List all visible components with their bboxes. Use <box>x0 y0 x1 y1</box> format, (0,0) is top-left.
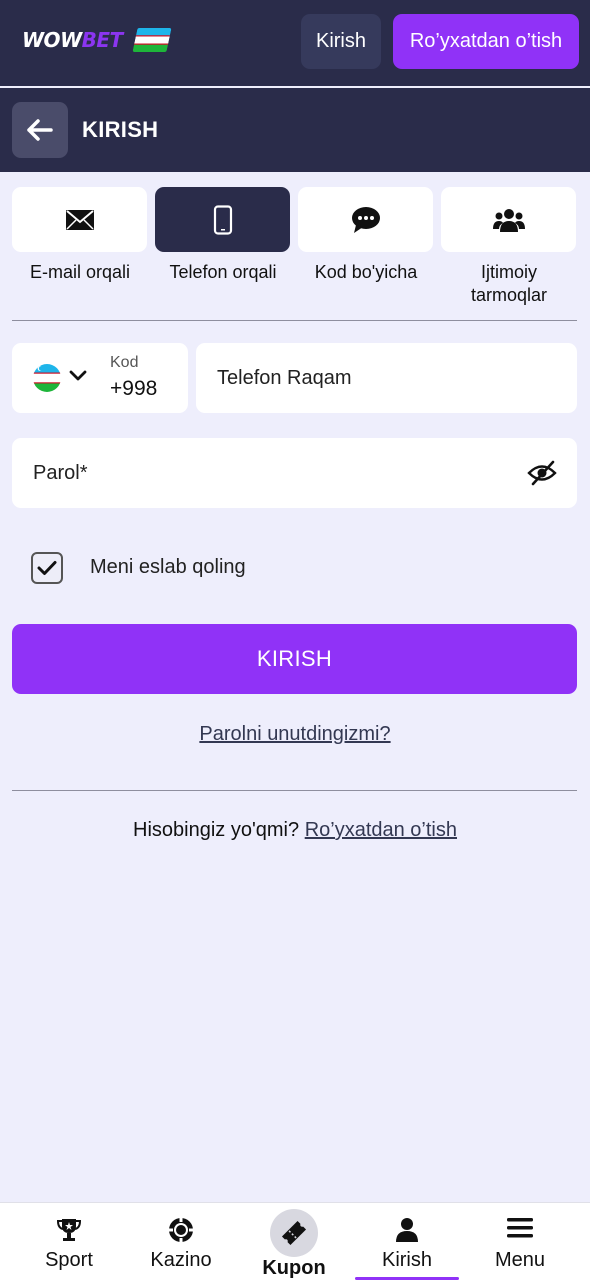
method-social-tile[interactable] <box>441 187 576 252</box>
password-input[interactable]: Parol* <box>12 438 577 508</box>
trophy-icon <box>56 1219 82 1241</box>
method-code-tile[interactable] <box>298 187 433 252</box>
signup-question: Hisobingiz yo'qmi? <box>133 819 300 841</box>
nav-sport[interactable]: Sport <box>10 1203 128 1280</box>
code-value: +998 <box>110 377 158 400</box>
arrow-left-icon <box>27 119 53 141</box>
page-title: KIRISH <box>82 117 159 142</box>
title-bar: KIRISH <box>0 88 590 172</box>
login-submit-button[interactable]: KIRISH <box>12 624 577 694</box>
chevron-down-icon <box>69 370 87 381</box>
method-email-label: E-mail orqali <box>29 262 131 282</box>
remember-checkbox[interactable] <box>31 552 63 584</box>
uzbekistan-flag-icon <box>132 28 172 52</box>
header-register-button[interactable]: Ro’yxatdan o’tish <box>393 14 579 69</box>
checkmark-icon <box>37 561 57 575</box>
nav-menu-label: Menu <box>494 1249 546 1271</box>
nav-kirish-label: Kirish <box>381 1249 432 1271</box>
header-login-button[interactable]: Kirish <box>301 14 381 69</box>
phone-input[interactable]: Telefon Raqam <box>196 343 577 413</box>
nav-kupon-label: Kupon <box>262 1257 326 1279</box>
envelope-icon <box>65 209 94 230</box>
bottom-navigation: Sport Kazino Kupon Kirish Menu <box>0 1202 590 1280</box>
chat-bubble-icon <box>351 206 380 233</box>
nav-kupon[interactable]: Kupon <box>235 1203 353 1280</box>
divider <box>12 790 577 791</box>
ticket-icon <box>281 1220 307 1246</box>
forgot-password-link[interactable]: Parolni unutdingizmi? <box>0 723 590 746</box>
kupon-circle <box>270 1209 318 1257</box>
phone-placeholder: Telefon Raqam <box>217 367 352 389</box>
uzbekistan-flag-icon <box>33 364 61 392</box>
divider <box>12 320 577 321</box>
signup-prompt: Hisobingiz yo'qmi? Ro’yxatdan o’tish <box>0 819 590 842</box>
users-icon <box>492 208 525 232</box>
method-social-label: Ijtimoiy tarmoqlar <box>470 262 548 305</box>
menu-icon <box>507 1218 533 1238</box>
method-email-tile[interactable] <box>12 187 147 252</box>
signup-link[interactable]: Ro’yxatdan o’tish <box>305 819 457 841</box>
nav-sport-label: Sport <box>45 1249 93 1271</box>
nav-menu[interactable]: Menu <box>461 1203 579 1280</box>
password-placeholder: Parol* <box>33 462 88 484</box>
top-header: WOWBET Kirish Ro’yxatdan o’tish <box>0 0 590 86</box>
eye-slash-icon[interactable] <box>527 460 557 486</box>
method-code-label: Kod bo'yicha <box>314 262 418 282</box>
code-label: Kod <box>110 354 139 371</box>
country-code-select[interactable]: Kod +998 <box>12 343 188 413</box>
remember-label[interactable]: Meni eslab qoling <box>90 556 246 579</box>
smartphone-icon <box>213 204 232 235</box>
nav-kazino-label: Kazino <box>150 1249 212 1271</box>
method-phone-label: Telefon orqali <box>169 262 277 282</box>
user-icon <box>396 1218 418 1242</box>
logo-text: WOWBET <box>22 28 123 52</box>
nav-kirish[interactable]: Kirish <box>348 1203 466 1280</box>
nav-kazino[interactable]: Kazino <box>122 1203 240 1280</box>
casino-chip-icon <box>169 1218 193 1242</box>
wowbet-logo[interactable]: WOWBET <box>22 28 172 52</box>
method-phone-tile[interactable] <box>155 187 290 252</box>
back-button[interactable] <box>12 102 68 158</box>
